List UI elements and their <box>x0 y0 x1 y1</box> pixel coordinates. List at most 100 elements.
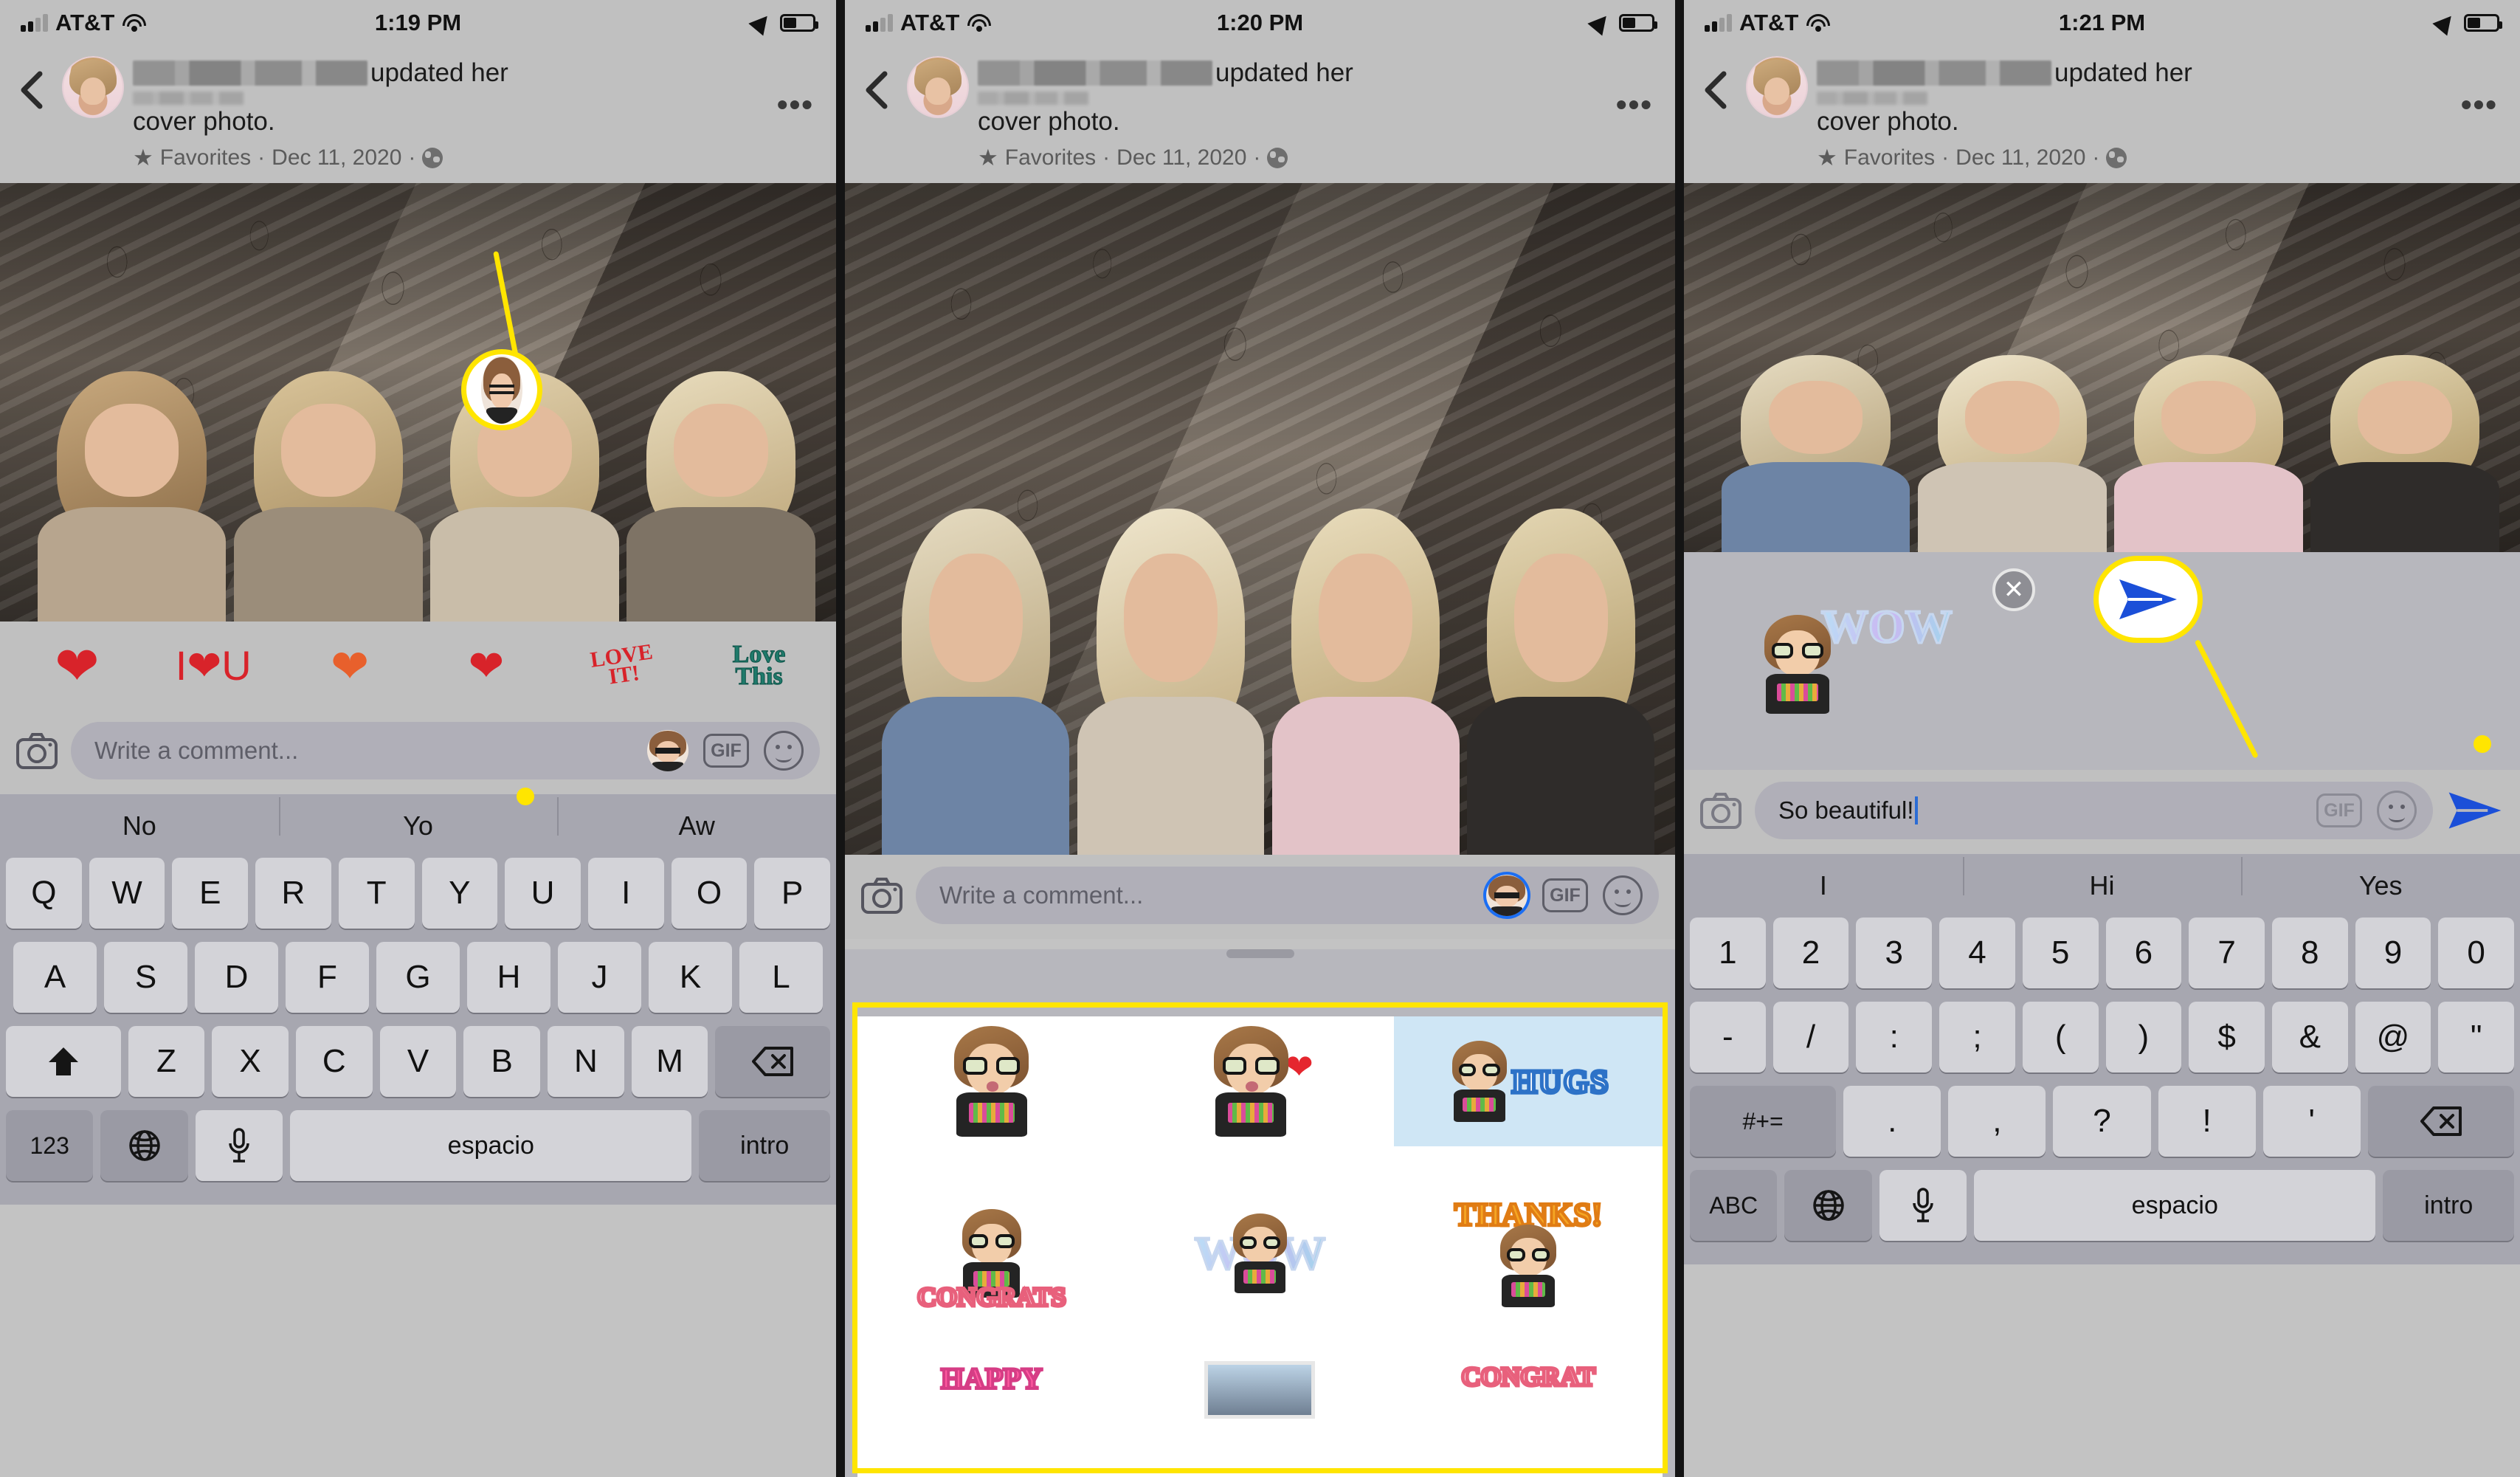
key-h[interactable]: H <box>467 942 550 1013</box>
symbols-key[interactable]: #+= <box>1690 1086 1837 1157</box>
key-at[interactable]: @ <box>2355 1002 2431 1073</box>
key-s[interactable]: S <box>104 942 187 1013</box>
suggestion-2[interactable]: Yes <box>2241 857 2520 901</box>
author-avatar[interactable] <box>1746 56 1808 118</box>
love-it-sticker[interactable]: LOVE IT! <box>576 627 670 704</box>
key-q[interactable]: Q <box>5 858 82 929</box>
key-5[interactable]: 5 <box>2022 917 2099 988</box>
close-x-icon[interactable]: ✕ <box>1992 568 2035 611</box>
drag-handle-icon[interactable] <box>1226 949 1294 958</box>
send-paper-plane-icon[interactable] <box>2446 784 2504 837</box>
three-dots-icon[interactable]: ••• <box>2461 87 2498 123</box>
author-avatar[interactable] <box>907 56 969 118</box>
key-9[interactable]: 9 <box>2355 917 2431 988</box>
key-a[interactable]: A <box>13 942 97 1013</box>
space-key[interactable]: espacio <box>1974 1170 2376 1241</box>
key-k[interactable]: K <box>649 942 732 1013</box>
delete-backspace-icon[interactable] <box>2367 1086 2514 1157</box>
key-hyphen[interactable]: - <box>1689 1002 1766 1073</box>
key-exclamation[interactable]: ! <box>2158 1086 2256 1157</box>
letters-key[interactable]: ABC <box>1689 1170 1778 1241</box>
author-avatar[interactable] <box>62 56 124 118</box>
cover-photo[interactable] <box>845 183 1675 855</box>
camera-icon[interactable] <box>861 877 902 914</box>
suggestion-0[interactable]: No <box>0 810 279 841</box>
bitmoji-avatar-icon-highlighted[interactable] <box>481 356 522 424</box>
gif-button[interactable]: GIF <box>703 734 749 768</box>
suggestion-0[interactable]: I <box>1684 870 1963 901</box>
comment-input[interactable]: Write a comment... GIF <box>916 867 1659 924</box>
red-heart-sticker[interactable]: ❤ <box>30 627 124 704</box>
key-r[interactable]: R <box>255 858 331 929</box>
cover-photo[interactable] <box>0 183 836 622</box>
smiley-face-icon[interactable] <box>2377 791 2417 830</box>
globe-keyboard-icon[interactable] <box>100 1110 188 1181</box>
key-m[interactable]: M <box>631 1026 708 1097</box>
camera-icon[interactable] <box>16 732 58 769</box>
numbers-key[interactable]: 123 <box>5 1110 94 1181</box>
key-2[interactable]: 2 <box>1772 917 1849 988</box>
key-3[interactable]: 3 <box>1856 917 1933 988</box>
back-chevron-icon[interactable] <box>1702 53 1741 111</box>
key-e[interactable]: E <box>172 858 249 929</box>
microphone-icon[interactable] <box>1879 1170 1967 1241</box>
back-chevron-icon[interactable] <box>863 53 902 111</box>
key-u[interactable]: U <box>505 858 581 929</box>
key-y[interactable]: Y <box>421 858 498 929</box>
key-apostrophe[interactable]: ' <box>2262 1086 2361 1157</box>
key-period[interactable]: . <box>1843 1086 1941 1157</box>
key-dollar[interactable]: $ <box>2189 1002 2265 1073</box>
key-n[interactable]: N <box>548 1026 624 1097</box>
key-8[interactable]: 8 <box>2271 917 2348 988</box>
cover-photo[interactable] <box>1684 183 2520 552</box>
key-v[interactable]: V <box>379 1026 457 1097</box>
key-t[interactable]: T <box>338 858 415 929</box>
key-quote[interactable]: " <box>2438 1002 2515 1073</box>
key-i[interactable]: I <box>587 858 664 929</box>
key-b[interactable]: B <box>463 1026 541 1097</box>
delete-backspace-icon[interactable] <box>715 1026 831 1097</box>
key-paren-close[interactable]: ) <box>2105 1002 2182 1073</box>
key-colon[interactable]: : <box>1856 1002 1933 1073</box>
orange-heart-sticker[interactable]: ❤ <box>303 627 397 704</box>
comment-input[interactable]: Write a comment... GIF <box>71 722 820 779</box>
shift-arrow-icon[interactable] <box>6 1026 121 1097</box>
key-6[interactable]: 6 <box>2105 917 2182 988</box>
key-ampersand[interactable]: & <box>2271 1002 2348 1073</box>
key-7[interactable]: 7 <box>2189 917 2265 988</box>
suggestion-2[interactable]: Aw <box>557 797 836 841</box>
key-question[interactable]: ? <box>2053 1086 2151 1157</box>
love-this-sticker[interactable]: Love This <box>712 627 807 704</box>
key-o[interactable]: O <box>671 858 748 929</box>
three-dots-icon[interactable]: ••• <box>777 87 814 123</box>
bunny-heart-sticker[interactable]: ❤ <box>439 627 534 704</box>
gif-button[interactable]: GIF <box>2316 793 2362 827</box>
suggestion-1[interactable]: Yo <box>278 797 558 841</box>
camera-icon[interactable] <box>1700 792 1741 829</box>
key-f[interactable]: F <box>286 942 369 1013</box>
key-j[interactable]: J <box>558 942 641 1013</box>
key-l[interactable]: L <box>739 942 823 1013</box>
key-comma[interactable]: , <box>1948 1086 2046 1157</box>
key-0[interactable]: 0 <box>2438 917 2515 988</box>
key-4[interactable]: 4 <box>1939 917 2015 988</box>
key-z[interactable]: Z <box>128 1026 205 1097</box>
back-chevron-icon[interactable] <box>18 53 58 111</box>
key-paren-open[interactable]: ( <box>2022 1002 2099 1073</box>
key-g[interactable]: G <box>376 942 460 1013</box>
microphone-icon[interactable] <box>195 1110 283 1181</box>
space-key[interactable]: espacio <box>290 1110 692 1181</box>
key-c[interactable]: C <box>295 1026 373 1097</box>
bitmoji-avatar-icon[interactable] <box>1486 875 1527 916</box>
key-p[interactable]: P <box>754 858 831 929</box>
gif-button[interactable]: GIF <box>1542 878 1588 912</box>
key-semicolon[interactable]: ; <box>1939 1002 2015 1073</box>
i-love-you-sticker[interactable]: I❤U <box>166 627 260 704</box>
comment-input[interactable]: So beautiful! GIF <box>1755 782 2433 839</box>
key-x[interactable]: X <box>212 1026 289 1097</box>
smiley-face-icon[interactable] <box>764 731 804 771</box>
key-d[interactable]: D <box>195 942 278 1013</box>
key-w[interactable]: W <box>89 858 165 929</box>
return-key[interactable]: intro <box>2383 1170 2515 1241</box>
suggestion-1[interactable]: Hi <box>1962 857 2242 901</box>
